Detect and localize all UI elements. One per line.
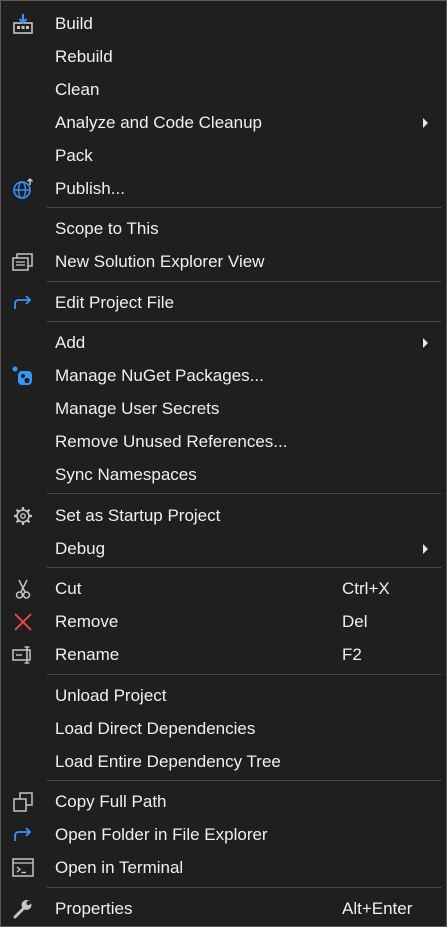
menu-item-analyze-and-code-cleanup[interactable]: Analyze and Code Cleanup — [1, 106, 446, 139]
menu-item-load-entire-dependency-tree[interactable]: Load Entire Dependency Tree — [1, 745, 446, 778]
build-icon — [11, 13, 35, 35]
menu-item-label: Load Entire Dependency Tree — [55, 752, 281, 771]
publish-globe-icon — [11, 178, 35, 200]
menu-item-label: Scope to This — [55, 219, 159, 238]
menu-item-open-folder-in-file-explorer[interactable]: Open Folder in File Explorer — [1, 818, 446, 851]
menu-item-label: Unload Project — [55, 686, 167, 705]
menu-item-set-as-startup-project[interactable]: Set as Startup Project — [1, 499, 446, 532]
menu-item-cut[interactable]: Cut Ctrl+X — [1, 572, 446, 605]
menu-item-load-direct-dependencies[interactable]: Load Direct Dependencies — [1, 712, 446, 745]
menu-item-copy-full-path[interactable]: Copy Full Path — [1, 785, 446, 818]
menu-item-shortcut: Alt+Enter — [342, 899, 413, 918]
edit-arrow-icon — [11, 292, 35, 314]
menu-item-label: Cut — [55, 579, 82, 598]
menu-item-label: Publish... — [55, 179, 125, 198]
menu-separator — [47, 780, 441, 781]
terminal-icon — [11, 857, 35, 879]
menu-item-label: Debug — [55, 539, 106, 558]
menu-item-debug[interactable]: Debug — [1, 532, 446, 565]
menu-separator — [47, 887, 441, 888]
wrench-icon — [11, 898, 35, 920]
menu-item-new-solution-explorer-view[interactable]: New Solution Explorer View — [1, 245, 446, 278]
scissors-icon — [11, 578, 35, 600]
menu-item-clean[interactable]: Clean — [1, 73, 446, 106]
menu-item-manage-nuget-packages[interactable]: Manage NuGet Packages... — [1, 359, 446, 392]
menu-item-build[interactable]: Build — [1, 7, 446, 40]
menu-item-rename[interactable]: Rename F2 — [1, 638, 446, 671]
menu-item-label: Open Folder in File Explorer — [55, 825, 268, 844]
menu-item-unload-project[interactable]: Unload Project — [1, 679, 446, 712]
menu-item-properties[interactable]: Properties Alt+Enter — [1, 892, 446, 925]
menu-separator — [47, 281, 441, 282]
menu-item-sync-namespaces[interactable]: Sync Namespaces — [1, 458, 446, 491]
open-folder-arrow-icon — [11, 824, 35, 846]
gear-icon — [11, 505, 35, 527]
menu-item-add[interactable]: Add — [1, 326, 446, 359]
menu-item-label: Load Direct Dependencies — [55, 719, 256, 738]
menu-item-label: Manage User Secrets — [55, 399, 220, 418]
remove-x-icon — [11, 611, 35, 633]
submenu-arrow-icon — [423, 338, 428, 348]
menu-item-label: Pack — [55, 146, 93, 165]
context-menu: Build Rebuild Clean Analyze and Code Cle… — [0, 0, 447, 927]
submenu-arrow-icon — [423, 544, 428, 554]
menu-item-pack[interactable]: Pack — [1, 139, 446, 172]
menu-item-scope-to-this[interactable]: Scope to This — [1, 212, 446, 245]
menu-item-label: Rename — [55, 645, 120, 664]
menu-item-label: Add — [55, 333, 86, 352]
menu-item-remove[interactable]: Remove Del — [1, 605, 446, 638]
menu-item-label: Rebuild — [55, 47, 113, 66]
menu-item-label: Set as Startup Project — [55, 506, 221, 525]
menu-separator — [47, 493, 441, 494]
menu-item-rebuild[interactable]: Rebuild — [1, 40, 446, 73]
menu-item-label: Analyze and Code Cleanup — [55, 113, 262, 132]
menu-item-label: Remove Unused References... — [55, 432, 288, 451]
menu-item-shortcut: F2 — [342, 645, 362, 664]
menu-item-label: Open in Terminal — [55, 858, 184, 877]
menu-separator — [47, 674, 441, 675]
menu-item-label: Build — [55, 14, 93, 33]
menu-item-label: Sync Namespaces — [55, 465, 197, 484]
menu-item-shortcut: Ctrl+X — [342, 579, 390, 598]
menu-item-publish[interactable]: Publish... — [1, 172, 446, 205]
menu-item-label: Edit Project File — [55, 293, 175, 312]
menu-item-open-in-terminal[interactable]: Open in Terminal — [1, 851, 446, 884]
menu-separator — [47, 321, 441, 322]
submenu-arrow-icon — [423, 118, 428, 128]
rename-icon — [11, 644, 35, 666]
menu-separator — [47, 207, 441, 208]
menu-item-label: Remove — [55, 612, 119, 631]
copy-icon — [11, 791, 35, 813]
menu-item-label: Manage NuGet Packages... — [55, 366, 264, 385]
menu-item-label: Properties — [55, 899, 133, 918]
menu-item-label: New Solution Explorer View — [55, 252, 265, 271]
menu-item-manage-user-secrets[interactable]: Manage User Secrets — [1, 392, 446, 425]
menu-item-label: Copy Full Path — [55, 792, 167, 811]
menu-item-label: Clean — [55, 80, 100, 99]
menu-item-edit-project-file[interactable]: Edit Project File — [1, 286, 446, 319]
new-view-icon — [11, 251, 35, 273]
menu-item-remove-unused-references[interactable]: Remove Unused References... — [1, 425, 446, 458]
nuget-icon — [11, 365, 35, 387]
menu-separator — [47, 567, 441, 568]
menu-item-shortcut: Del — [342, 612, 368, 631]
